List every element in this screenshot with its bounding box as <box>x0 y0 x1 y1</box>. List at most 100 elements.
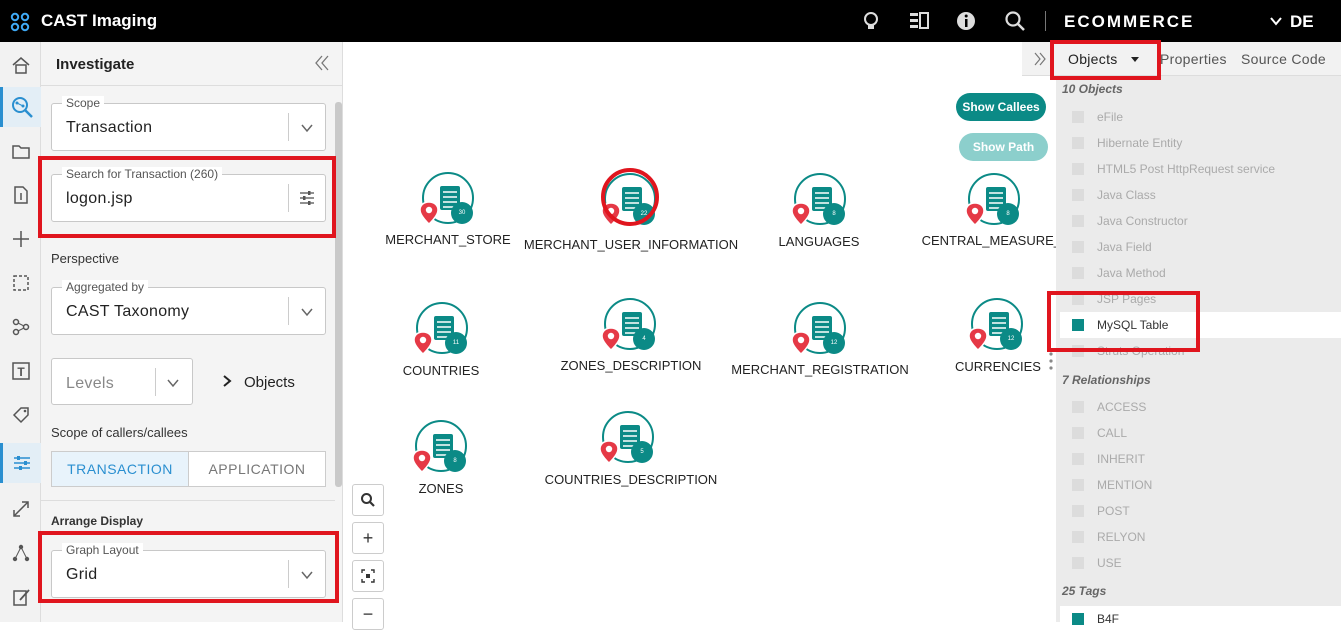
zoom-search-button[interactable] <box>352 484 384 516</box>
home-icon[interactable] <box>0 45 41 85</box>
checkbox[interactable] <box>1072 215 1084 227</box>
search-icon[interactable] <box>1004 10 1026 32</box>
graph-node[interactable]: 12 <box>791 302 846 355</box>
list-item[interactable]: Struts Operation <box>1060 338 1341 364</box>
text-icon[interactable]: T <box>0 351 41 391</box>
panel-scrollbar[interactable] <box>335 102 342 487</box>
checkbox[interactable] <box>1072 267 1084 279</box>
node-label: CURRENCIES <box>955 359 1041 374</box>
filter-settings-icon[interactable] <box>0 443 41 483</box>
file-export-icon[interactable] <box>0 175 41 215</box>
graph-node[interactable]: 5 <box>599 411 654 464</box>
expand-icon[interactable] <box>0 489 41 529</box>
list-item[interactable]: Java Constructor <box>1060 208 1341 234</box>
caret-down-icon[interactable] <box>1130 56 1140 64</box>
application-option[interactable]: APPLICATION <box>189 452 325 486</box>
list-item[interactable]: RELYON <box>1060 524 1341 550</box>
objects-link[interactable]: Objects <box>244 374 295 391</box>
list-item[interactable]: MENTION <box>1060 472 1341 498</box>
folder-icon[interactable] <box>0 131 41 171</box>
edit-icon[interactable] <box>0 577 41 617</box>
move-icon[interactable] <box>0 219 41 259</box>
checkbox[interactable] <box>1072 163 1084 175</box>
list-item-label: CALL <box>1097 426 1128 440</box>
network-icon[interactable] <box>0 533 41 573</box>
aggregated-by-select[interactable]: Aggregated by CAST Taxonomy <box>51 280 326 335</box>
list-item[interactable]: Java Class <box>1060 182 1341 208</box>
show-path-button[interactable]: Show Path <box>959 133 1048 161</box>
checkbox[interactable] <box>1072 557 1084 569</box>
checkbox[interactable] <box>1072 531 1084 543</box>
aggregated-legend: Aggregated by <box>62 280 149 294</box>
list-item[interactable]: CALL <box>1060 420 1341 446</box>
panel-resize-handle[interactable] <box>1049 352 1053 370</box>
checkbox[interactable] <box>1072 137 1084 149</box>
checkbox[interactable] <box>1072 111 1084 123</box>
checkbox[interactable] <box>1072 401 1084 413</box>
checkbox[interactable] <box>1072 427 1084 439</box>
top-extra-label[interactable]: DE <box>1290 12 1314 32</box>
show-callees-button[interactable]: Show Callees <box>956 93 1046 121</box>
graph-node[interactable]: 12 <box>968 298 1023 351</box>
graph-node[interactable]: 8 <box>965 173 1020 226</box>
graph-icon[interactable] <box>0 307 41 347</box>
selection-icon[interactable] <box>0 263 41 303</box>
view-icon[interactable] <box>908 10 930 32</box>
list-item[interactable]: HTML5 Post HttpRequest service <box>1060 156 1341 182</box>
investigate-icon[interactable] <box>0 87 41 127</box>
graph-node[interactable]: 8 <box>412 420 467 473</box>
list-item[interactable]: Java Field <box>1060 234 1341 260</box>
checkbox[interactable] <box>1072 241 1084 253</box>
zoom-out-button[interactable]: − <box>352 598 384 630</box>
checkbox[interactable] <box>1072 505 1084 517</box>
list-item[interactable]: JSP Pages <box>1060 286 1341 312</box>
chevron-down-icon[interactable] <box>166 376 180 390</box>
chevron-down-icon[interactable] <box>1268 13 1284 29</box>
graph-node[interactable]: 8 <box>791 173 846 226</box>
chevron-right-icon[interactable] <box>221 374 233 388</box>
graph-layout-select[interactable]: Graph Layout Grid <box>51 543 326 598</box>
graph-canvas[interactable]: Show Callees Show Path 30 MERCHANT_STORE 2… <box>344 42 1070 630</box>
list-item[interactable]: USE <box>1060 550 1341 576</box>
list-item[interactable]: eFile <box>1060 104 1341 130</box>
checkbox[interactable] <box>1072 293 1084 305</box>
transaction-option[interactable]: TRANSACTION <box>52 452 189 486</box>
checkbox[interactable] <box>1072 319 1084 331</box>
zoom-in-button[interactable]: + <box>352 522 384 554</box>
levels-select[interactable]: Levels <box>51 358 193 405</box>
graph-node[interactable]: 11 <box>413 302 468 355</box>
location-pin-icon <box>413 331 433 355</box>
checkbox[interactable] <box>1072 613 1084 625</box>
graph-node[interactable]: 4 <box>601 298 656 351</box>
tab-properties[interactable]: Properties <box>1160 51 1227 67</box>
chevron-down-icon[interactable] <box>300 305 314 319</box>
list-item[interactable]: Hibernate Entity <box>1060 130 1341 156</box>
graph-node[interactable]: 30 <box>419 172 474 225</box>
checkbox[interactable] <box>1072 479 1084 491</box>
expand-panel-icon[interactable] <box>1033 51 1047 67</box>
collapse-panel-icon[interactable] <box>313 54 331 72</box>
scope-select[interactable]: Scope Transaction <box>51 96 326 151</box>
info-icon[interactable] <box>955 10 977 32</box>
list-item[interactable]: MySQL Table <box>1060 312 1341 338</box>
node-label: MERCHANT_STORE <box>385 232 511 247</box>
list-item[interactable]: POST <box>1060 498 1341 524</box>
chevron-down-icon[interactable] <box>300 568 314 582</box>
lightbulb-icon[interactable] <box>860 10 882 32</box>
fit-view-button[interactable] <box>352 560 384 592</box>
list-item-label: MENTION <box>1097 478 1153 492</box>
list-item[interactable]: B4F <box>1060 606 1341 632</box>
list-item[interactable]: INHERIT <box>1060 446 1341 472</box>
list-item[interactable]: Java Method <box>1060 260 1341 286</box>
checkbox[interactable] <box>1072 189 1084 201</box>
checkbox[interactable] <box>1072 453 1084 465</box>
project-selector[interactable]: ECOMMERCE <box>1064 12 1194 32</box>
tag-icon[interactable] <box>0 395 41 435</box>
tab-objects[interactable]: Objects <box>1068 51 1118 67</box>
filter-sliders-icon[interactable] <box>298 189 316 207</box>
tab-source-code[interactable]: Source Code <box>1241 51 1326 67</box>
checkbox[interactable] <box>1072 345 1084 357</box>
transaction-search-input[interactable]: Search for Transaction (260) logon.jsp <box>51 167 326 222</box>
list-item[interactable]: ACCESS <box>1060 394 1341 420</box>
chevron-down-icon[interactable] <box>300 121 314 135</box>
